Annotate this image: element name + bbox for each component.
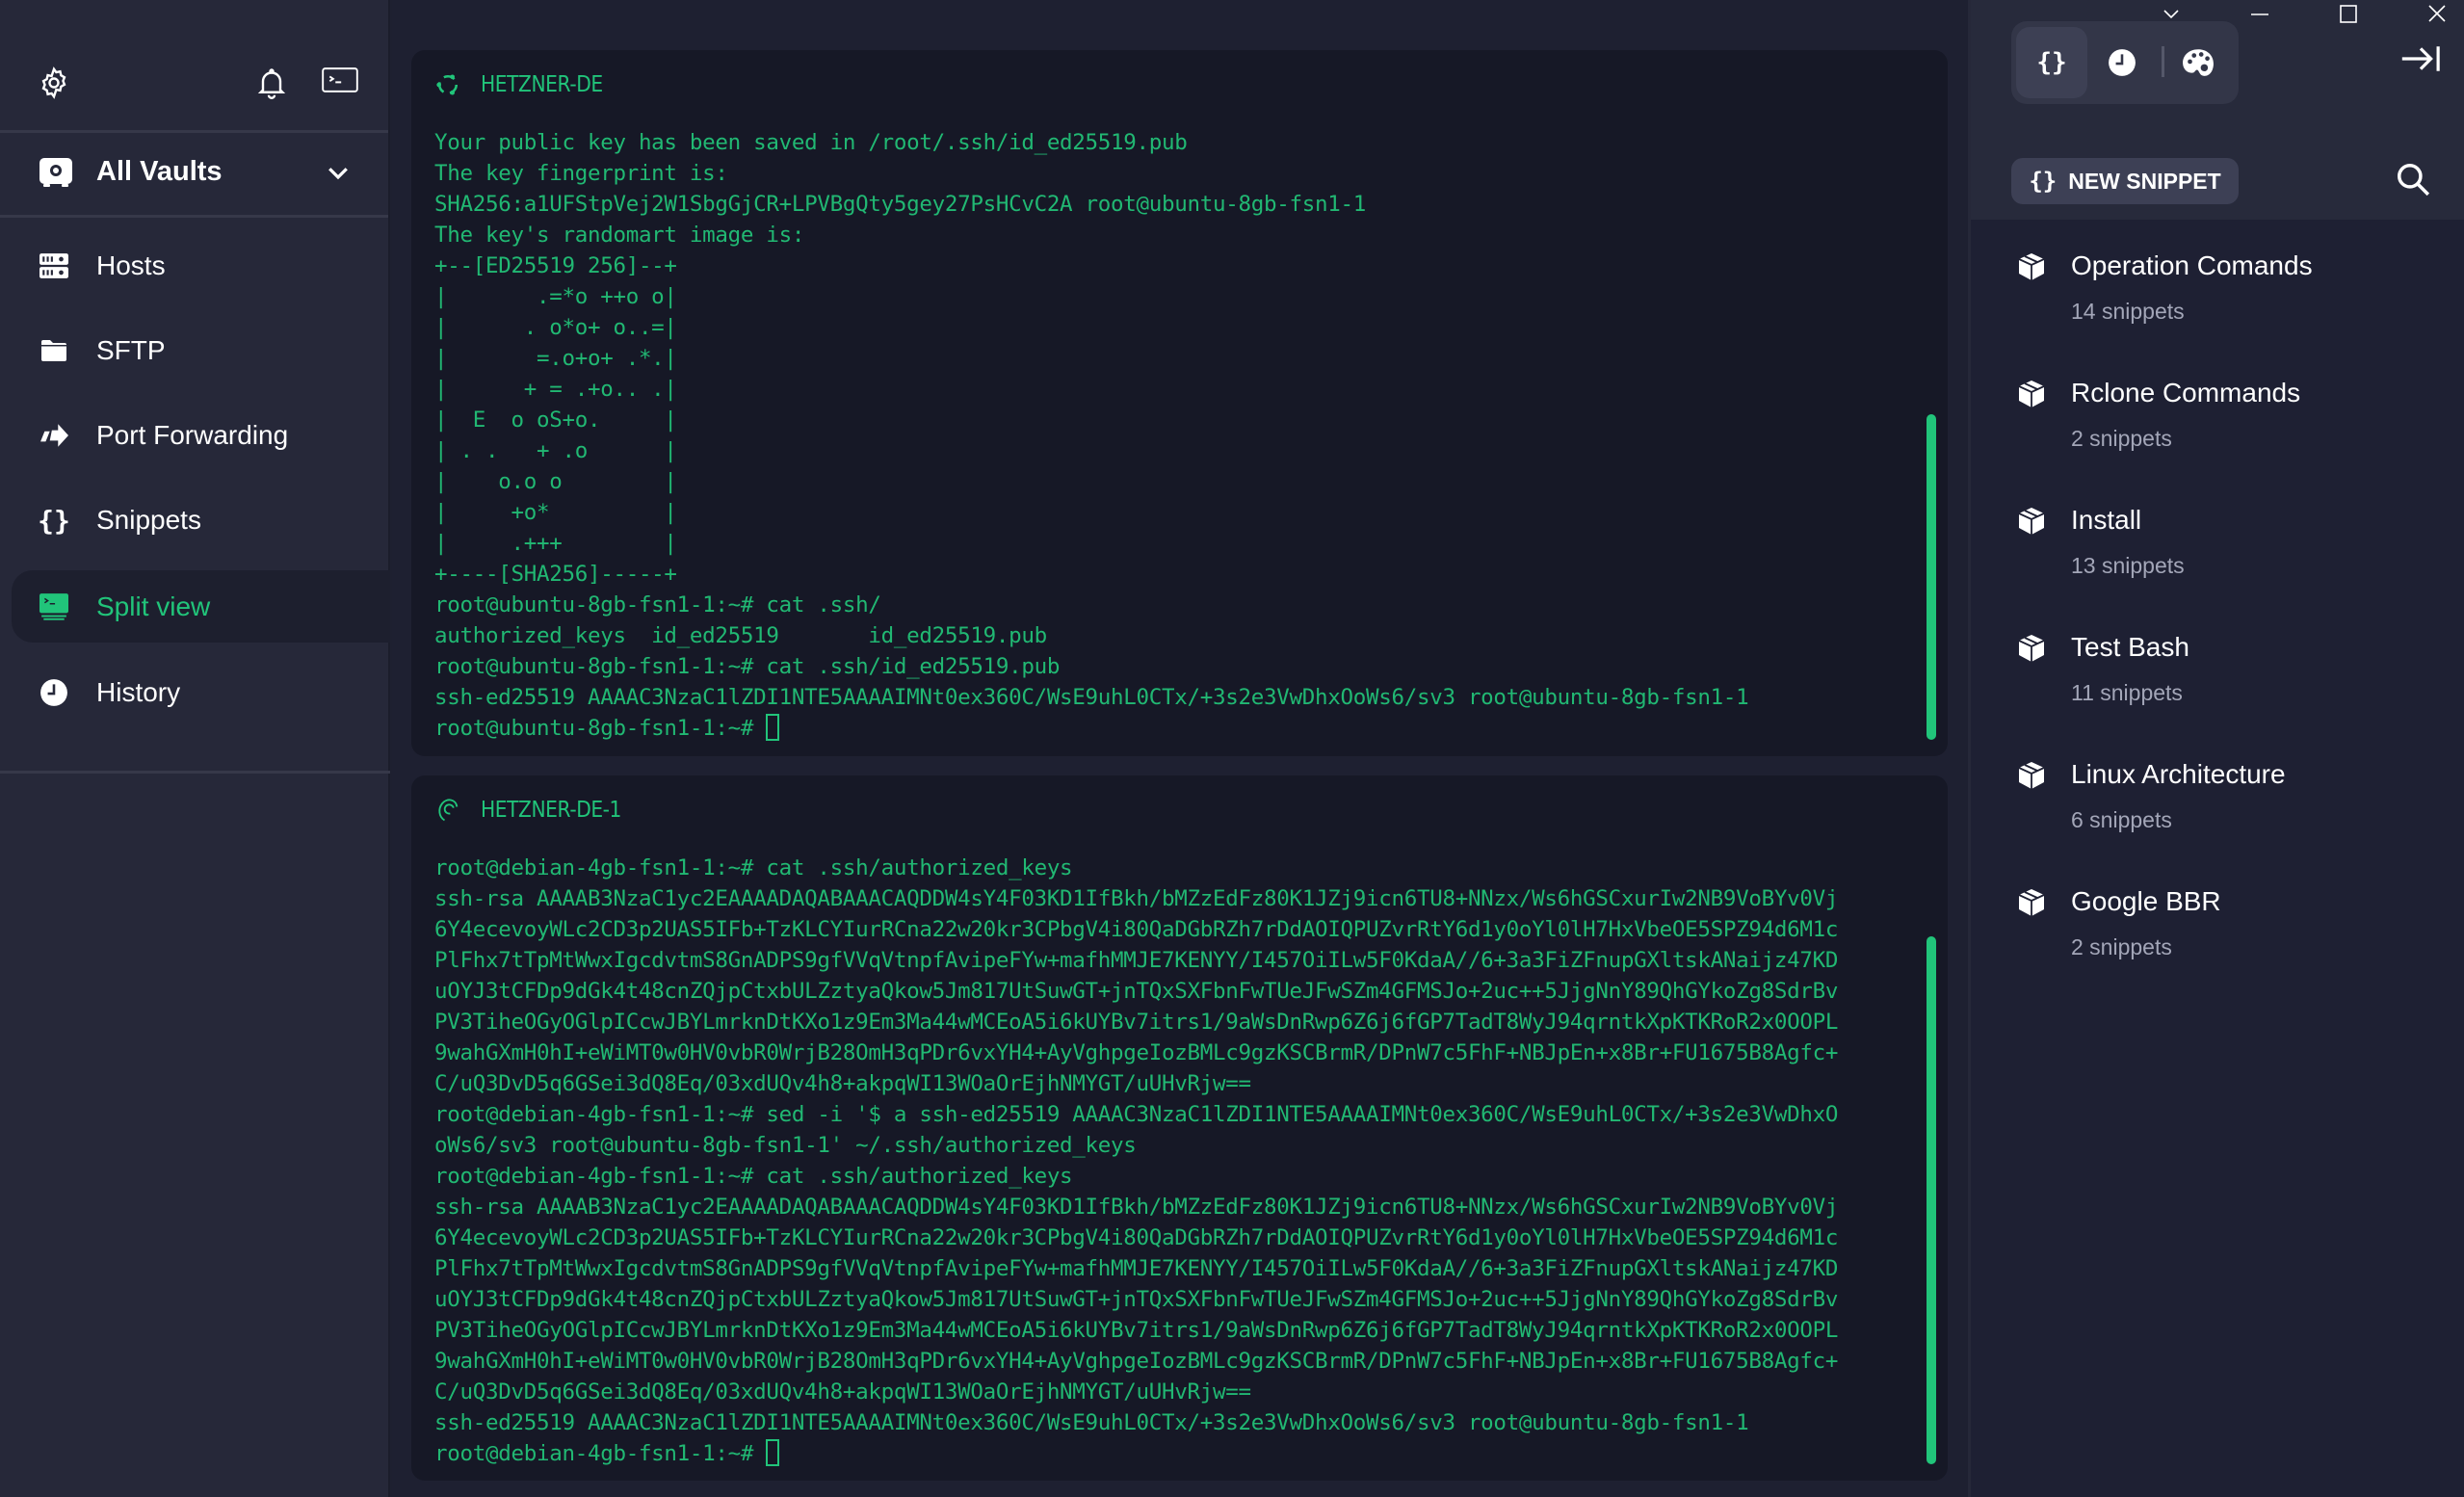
package-icon [2017,888,2046,917]
snippet-group-name: Rclone Commands [2071,378,2301,407]
new-snippet-button[interactable]: {} NEW SNIPPET [2011,158,2239,204]
close-icon[interactable] [2420,0,2454,29]
sidebar-toolbar [0,0,388,133]
folder-icon [39,335,69,366]
snippet-group-name: Operation Comands [2071,250,2313,280]
pane-header: HETZNER-DE-1 [434,797,641,824]
sidebar-item-split-view[interactable]: Split view [12,570,390,643]
sidebar-item-history[interactable]: History [0,650,390,735]
tab-history[interactable] [2086,27,2158,98]
snippets-panel-header: {} {} NEW SNIPPET [1971,0,2464,220]
tab-snippets[interactable]: {} [2016,27,2087,98]
pane-title: HETZNER-DE-1 [481,798,621,823]
scrollbar[interactable] [1927,414,1936,740]
snippet-group-name: Linux Architecture [2071,759,2286,789]
scrollbar[interactable] [1927,936,1936,1464]
sidebar-item-sftp[interactable]: SFTP [0,308,390,393]
pane-title: HETZNER-DE [481,72,603,97]
snippet-group-name: Google BBR [2071,886,2221,916]
terminal-pane[interactable]: HETZNER-DE-1 root@debian-4gb-fsn1-1:~# c… [411,775,1948,1481]
split-view-icon [39,591,69,622]
terminal-text: root@debian-4gb-fsn1-1:~# cat .ssh/autho… [434,855,1839,1435]
sidebar-divider [0,771,390,774]
sidebar-item-label: Hosts [96,250,166,280]
sidebar-item-hosts[interactable]: Hosts [0,223,390,308]
ubuntu-icon [434,71,461,98]
new-snippet-label: NEW SNIPPET [2068,168,2221,194]
snippet-group[interactable]: Operation Comands 14 snippets [1971,249,2464,376]
sidebar-item-port-forwarding[interactable]: Port Forwarding [0,393,390,478]
maximize-icon[interactable] [2331,0,2366,29]
sidebar-item-label: SFTP [96,335,166,365]
palette-icon [2183,49,2214,76]
package-icon [2017,252,2046,281]
sidebar-nav: Hosts SFTP Port Forwarding {} Snippets S… [0,223,390,735]
terminal-output[interactable]: root@debian-4gb-fsn1-1:~# cat .ssh/autho… [434,853,1838,1469]
snippet-group-name: Install [2071,505,2142,535]
package-icon [2017,507,2046,536]
search-icon[interactable] [2395,161,2433,199]
terminal-prompt: root@ubuntu-8gb-fsn1-1:~# [434,716,767,741]
gear-icon[interactable] [37,66,71,100]
snippet-group-count: 14 snippets [2071,299,2185,324]
pane-header: HETZNER-DE [434,71,619,98]
terminal-cursor [766,1439,780,1466]
vault-icon [39,157,73,188]
clock-icon [39,677,69,708]
snippet-group[interactable]: Linux Architecture 6 snippets [1971,757,2464,884]
snippet-group-count: 6 snippets [2071,807,2172,832]
sidebar-item-label: Port Forwarding [96,420,289,450]
snippet-group-name: Test Bash [2071,632,2189,662]
terminal-icon[interactable] [322,66,358,100]
snippet-group[interactable]: Google BBR 2 snippets [1971,884,2464,1011]
sidebar: All Vaults Hosts SFTP Port Forwarding {}… [0,0,390,1497]
package-icon [2017,380,2046,408]
snippet-group[interactable]: Install 13 snippets [1971,503,2464,630]
sidebar-item-snippets[interactable]: {} Snippets [0,478,390,563]
snippet-group-count: 13 snippets [2071,553,2185,578]
sidebar-item-label: Split view [96,591,211,621]
vault-label: All Vaults [96,156,223,187]
snippet-group-count: 11 snippets [2071,680,2183,705]
braces-icon: {} [2029,168,2058,195]
snippet-group-count: 2 snippets [2071,426,2172,451]
bell-icon[interactable] [254,66,289,100]
snippets-panel: {} {} NEW SNIPPET Operation Comands 14 s… [1968,0,2464,1497]
package-icon [2017,761,2046,790]
terminal-cursor [766,714,780,741]
package-icon [2017,634,2046,663]
sidebar-item-label: Snippets [96,505,201,535]
minimize-icon[interactable] [2242,0,2277,29]
panel-tab-group: {} [2011,21,2239,104]
chevron-down-icon[interactable] [324,158,353,187]
snippet-group[interactable]: Rclone Commands 2 snippets [1971,376,2464,503]
terminal-pane[interactable]: HETZNER-DE Your public key has been save… [411,50,1948,756]
terminal-text: Your public key has been saved in /root/… [434,130,1749,710]
vault-selector[interactable]: All Vaults [0,133,388,218]
collapse-panel-icon[interactable] [2399,43,2446,78]
hosts-icon [39,250,69,281]
debian-icon [434,797,461,824]
terminal-output[interactable]: Your public key has been saved in /root/… [434,127,1749,744]
snippet-group-count: 2 snippets [2071,934,2172,959]
port-forward-icon [39,420,69,451]
braces-icon: {} [2036,48,2067,77]
sidebar-item-label: History [96,677,181,707]
tab-themes[interactable] [2163,27,2234,98]
split-view-area: HETZNER-DE Your public key has been save… [392,0,1968,1497]
snippet-group[interactable]: Test Bash 11 snippets [1971,630,2464,757]
terminal-prompt: root@debian-4gb-fsn1-1:~# [434,1441,767,1466]
snippet-groups-list: Operation Comands 14 snippets Rclone Com… [1971,249,2464,1011]
braces-icon: {} [38,504,70,537]
clock-icon [2109,49,2136,76]
